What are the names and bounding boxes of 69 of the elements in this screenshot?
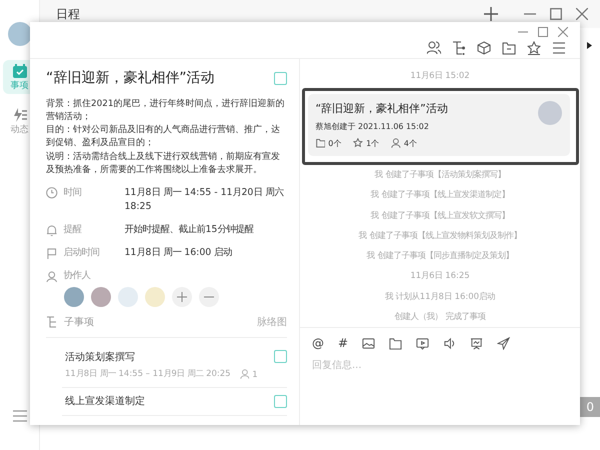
activity-log: 我 创建了子事项【线上宣发软文撰写】 [370,210,510,222]
user-avatar[interactable] [8,22,32,46]
close-icon[interactable] [558,27,568,37]
cube-icon[interactable] [477,41,491,55]
folder-icon[interactable] [502,41,516,55]
star-icon[interactable] [527,41,541,55]
window-title: 日程 [56,6,81,22]
description-paragraph: 背景：抓住2021的尾巴，进行年终时间点，进行辞旧迎新的营销活动； [46,98,286,124]
close-icon[interactable] [576,8,588,20]
person-icon [240,369,250,380]
field-value: 11月8日 周一 16:00 启动 [124,246,232,260]
field-label: 时间 [63,186,82,199]
subtask-checkbox[interactable] [274,394,287,408]
menu-icon[interactable] [12,410,26,422]
description-paragraph: 目的：针对公司新品及旧有的人气商品进行营销、推广，达到促销、盈利及品宣目的； [46,124,281,150]
activity-log: 我 创建了子事项【活动策划案撰写】 [374,169,506,181]
timestamp: 11月6日 15:02 [410,70,470,82]
presentation-icon[interactable] [470,336,484,350]
caret-icon[interactable] [587,42,592,49]
people-icon[interactable] [427,41,441,55]
add-icon[interactable] [484,7,498,21]
timestamp: 11月6日 16:25 [410,270,470,282]
task-title: “辞旧迎新，豪礼相伴”活动 [46,69,215,87]
activity-log: 创建人（我） 完成了事项 [394,310,486,323]
person-icon [46,270,58,282]
task-checkbox[interactable] [274,72,287,84]
maximize-icon[interactable] [538,27,548,37]
image-icon[interactable] [362,336,376,350]
field-label: 启动时间 [63,246,100,260]
subtask-checkbox[interactable] [274,350,287,364]
activity-icon [12,106,28,122]
tree-icon[interactable] [452,41,466,55]
field-value: 开始时提醒、截止前15分钟提醒 [124,223,254,238]
section-title: 子事项 [64,316,95,329]
symbol-button[interactable]: # [338,336,348,350]
folder-icon [316,138,326,148]
description-paragraph: 说明：活动需结合线上及线下进行双线营销，前期应有宣发及预热准备，所需要的工作将围绕以上准备去求展开。 [46,150,281,177]
star-icon [353,138,364,148]
calendar-icon [12,62,28,78]
activity-log: 我 计划从11月8日 16:00启动 [385,290,495,302]
group-avatar [538,101,562,126]
subtask-title[interactable]: 活动策划案撰写 [62,350,135,364]
folder-icon[interactable] [389,336,402,350]
collaborator-avatar[interactable] [64,286,84,307]
person-icon [391,138,401,148]
member-count: 1 [252,369,258,380]
activity-log: 我 创建了子事项【线上宣发渠道制定】 [370,189,510,202]
bell-icon [46,224,58,236]
remove-collaborator-button[interactable] [199,286,219,307]
symbol-button[interactable]: @ [312,336,324,350]
video-icon[interactable] [416,336,430,350]
clock-icon [46,187,58,199]
maximize-icon[interactable] [550,8,562,20]
plus-icon [177,292,187,302]
collaborator-avatar[interactable] [91,286,111,307]
subtask-dates: 11月8日 周一 14:55 – 11月9日 周二 20:25 [65,368,231,380]
menu-icon[interactable] [552,41,566,55]
field-label: 协作人 [63,269,92,282]
send-icon[interactable] [497,336,510,350]
card-title: “辞旧迎新，豪礼相伴”活动 [316,101,448,116]
tree-icon [46,316,58,328]
activity-log: 我 创建了子事项【同步直播制定及策划】 [366,250,514,262]
subtask-title[interactable]: 线上宣发渠道制定 [62,394,145,408]
activity-log: 我 创建了子事项【线上宣发物料策划及制作】 [358,230,522,242]
speaker-icon[interactable] [443,336,456,350]
add-collaborator-button[interactable] [172,286,192,307]
field-value: 11月8日 周一 14:55 - 11月20日 周六 18:25 [124,186,285,214]
flag-icon [46,248,58,260]
field-label: 提醒 [63,223,83,236]
